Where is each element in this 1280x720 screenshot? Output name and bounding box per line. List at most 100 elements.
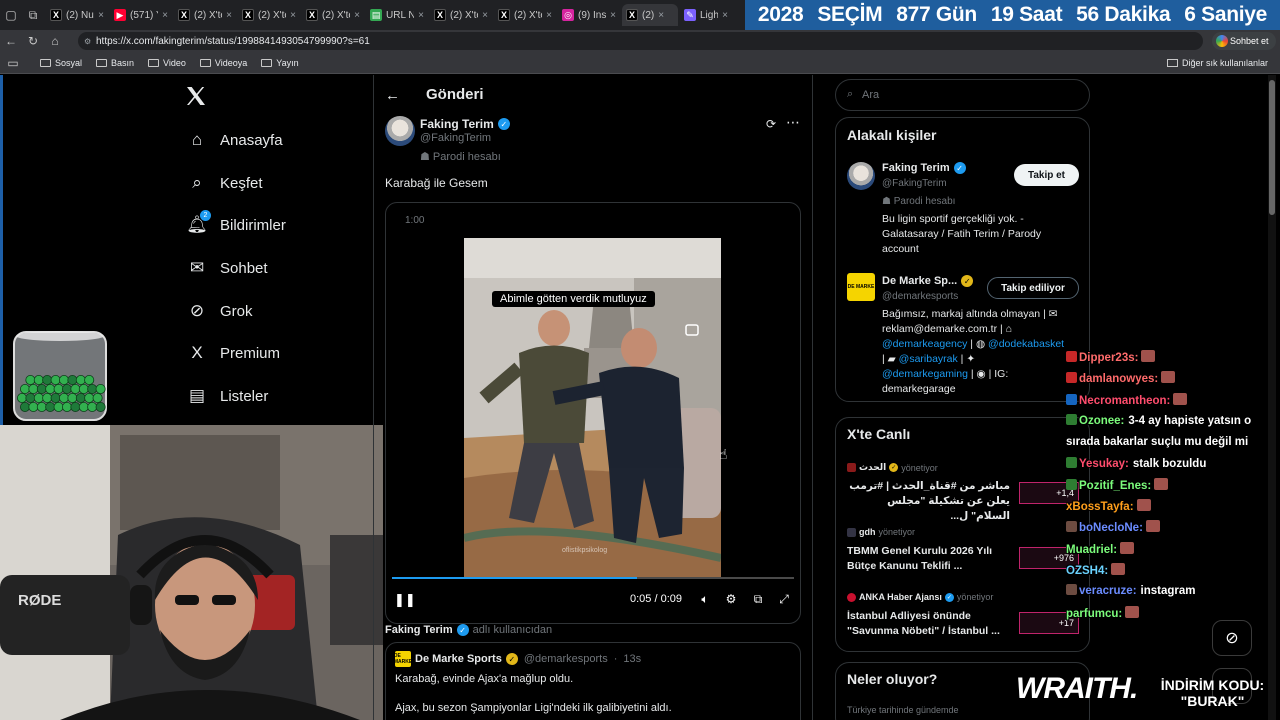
related-handle-2[interactable]: @demarkesports — [882, 291, 958, 302]
other-bookmarks[interactable]: Diğer sık kullanılanlar — [1166, 58, 1268, 68]
host-avatar — [847, 463, 856, 472]
pause-icon[interactable]: ❚❚ — [394, 592, 416, 608]
home-icon[interactable]: ⌂ — [44, 30, 66, 52]
close-tab-icon[interactable]: × — [98, 10, 104, 21]
live-host[interactable]: الحدث ✓ yönetiyor — [847, 462, 938, 473]
marble — [50, 375, 61, 386]
site-info-icon[interactable]: ⚙ — [84, 37, 91, 46]
browser-tab[interactable]: ▶ (571) Yi × — [110, 4, 172, 26]
marble — [87, 402, 98, 413]
close-tab-icon[interactable]: × — [162, 10, 168, 21]
fullscreen-icon[interactable]: ⤢ — [776, 591, 792, 607]
live-title[interactable]: مباشر من #قناة_الحدث | #ترمب يعلن عن تشك… — [847, 479, 1010, 524]
x-logo-icon[interactable] — [184, 84, 208, 108]
nav-item-keşfet[interactable]: ⌕ Keşfet — [186, 171, 262, 195]
author-name[interactable]: Faking Terim ✓ — [420, 117, 510, 131]
live-host[interactable]: gdh✓yönetiyor — [847, 527, 915, 537]
close-tab-icon[interactable]: × — [658, 10, 664, 21]
back-icon[interactable]: ← — [0, 30, 22, 52]
live-title[interactable]: İstanbul Adliyesi önünde "Savunma Nöbeti… — [847, 609, 1010, 639]
close-tab-icon[interactable]: × — [722, 10, 728, 21]
related-avatar[interactable] — [847, 162, 875, 190]
nav-item-anasayfa[interactable]: ⌂ Anasayfa — [186, 128, 283, 152]
close-tab-icon[interactable]: × — [546, 10, 552, 21]
browser-tab-label: URL Ni — [386, 9, 415, 21]
settings-gear-icon[interactable]: ⚙ — [723, 591, 739, 607]
envelope-icon: ✉ — [1048, 308, 1058, 320]
author-handle[interactable]: @FakingTerim — [420, 132, 491, 144]
chat-badge-icon — [1066, 351, 1077, 362]
marble — [78, 384, 89, 395]
workspaces-icon[interactable]: ⧉ — [22, 4, 44, 26]
chat-username: Ozonee: — [1079, 414, 1125, 427]
bio-link-gaming[interactable]: @demarkegaming — [882, 368, 968, 380]
close-tab-icon[interactable]: × — [482, 10, 488, 21]
close-tab-icon[interactable]: × — [290, 10, 296, 21]
following-button[interactable]: Takip ediliyor — [987, 277, 1079, 299]
nav-item-listeler[interactable]: ▤ Listeler — [186, 384, 268, 408]
back-arrow-icon[interactable]: ← — [385, 87, 400, 104]
search-input[interactable]: ⌕ Ara — [835, 79, 1090, 111]
close-tab-icon[interactable]: × — [354, 10, 360, 21]
x-icon: X — [434, 9, 446, 21]
video-progress-fill — [392, 577, 638, 579]
related-name-2[interactable]: De Marke Sp... ✓ — [882, 275, 974, 287]
live-host[interactable]: ANKA Haber Ajansı ✓ yönetiyor — [847, 592, 993, 602]
browser-tab[interactable]: ▤ URL Ni× — [366, 4, 428, 26]
nav-item-sohbet[interactable]: ✉ Sohbet — [186, 256, 268, 280]
browser-tab[interactable]: X (2) × — [622, 4, 678, 26]
browser-tab[interactable]: X (2) X'te × — [430, 4, 492, 26]
grok-button[interactable]: ⊘ — [1212, 620, 1252, 656]
browser-tab[interactable]: X (2) X'te × — [302, 4, 364, 26]
bookmark-folder[interactable]: Basın — [96, 58, 134, 68]
related-avatar-2[interactable]: DE MARKE — [847, 273, 875, 301]
video-frame[interactable] — [464, 238, 721, 578]
related-handle[interactable]: @FakingTerim — [882, 178, 947, 189]
bookmark-folder[interactable]: Videoya — [199, 58, 247, 68]
browser-tab[interactable]: X (2) Nur × — [46, 4, 108, 26]
bookmark-folder-label: Video — [163, 57, 186, 68]
live-title[interactable]: TBMM Genel Kurulu 2026 Yılı Bütçe Kanunu… — [847, 544, 1010, 574]
author-avatar[interactable] — [385, 116, 415, 146]
quote-attribution-name[interactable]: Faking Terim — [385, 624, 453, 636]
bio-link-basket[interactable]: @dodekabasket — [988, 338, 1064, 350]
close-tab-icon[interactable]: × — [610, 10, 616, 21]
reload-icon[interactable]: ↻ — [22, 30, 44, 52]
nav-item-premium[interactable]: X Premium — [186, 341, 280, 365]
marble — [87, 384, 98, 395]
volume-icon[interactable]: 🔈︎ — [697, 591, 713, 607]
browser-tab[interactable]: X (2) X'te × — [238, 4, 300, 26]
quoted-post-time[interactable]: 13s — [623, 653, 641, 665]
more-options-icon[interactable]: ⋯ — [786, 114, 800, 131]
browser-tab[interactable]: ◎ (9) Insta× — [558, 4, 620, 26]
bookmark-folder[interactable]: Video — [148, 58, 186, 68]
url-field[interactable]: ⚙ https://x.com/fakingterim/status/19988… — [78, 32, 1203, 50]
quoted-author-name[interactable]: De Marke Sports — [415, 653, 502, 665]
bio-link-agency[interactable]: @demarkeagency — [882, 338, 967, 350]
nav-item-bildirimler[interactable]: 🔔︎ 2 Bildirimler — [186, 210, 286, 237]
nav-item-grok[interactable]: ⊘ Grok — [186, 299, 253, 323]
bookmark-folder[interactable]: Sosyal — [40, 58, 82, 68]
video-progress-bar[interactable] — [392, 577, 794, 579]
bio-link-saribayrak[interactable]: @saribayrak — [899, 353, 958, 365]
quoted-author-handle[interactable]: @demarkesports — [524, 653, 608, 665]
countdown-segment: 56 Dakika — [1076, 3, 1171, 26]
close-tab-icon[interactable]: × — [418, 10, 424, 21]
related-name[interactable]: Faking Terim ✓ — [882, 162, 966, 174]
follow-button[interactable]: Takip et — [1014, 164, 1079, 186]
grok-explain-icon[interactable]: ⟳ — [766, 117, 776, 131]
bookmark-folder[interactable]: Yayın — [261, 58, 299, 68]
scrollbar-thumb[interactable] — [1269, 80, 1275, 215]
marble — [75, 393, 86, 404]
chat-button[interactable]: Sohbet et — [1212, 32, 1276, 50]
picture-in-picture-icon[interactable]: ⧉ — [750, 591, 766, 607]
browser-tab[interactable]: ✎ LightS× — [680, 4, 732, 26]
browser-tab[interactable]: X (2) X'te × — [174, 4, 236, 26]
chat-username: Dipper23s: — [1079, 352, 1139, 364]
chat-message: xBossTayfa: — [1066, 499, 1151, 515]
explore-search-icon: ⌕ — [192, 173, 202, 192]
tab-search-icon[interactable]: ▢ — [0, 4, 22, 26]
browser-tab[interactable]: X (2) X'te × — [494, 4, 556, 26]
reading-list-icon[interactable]: ▭ — [0, 52, 26, 74]
close-tab-icon[interactable]: × — [226, 10, 232, 21]
